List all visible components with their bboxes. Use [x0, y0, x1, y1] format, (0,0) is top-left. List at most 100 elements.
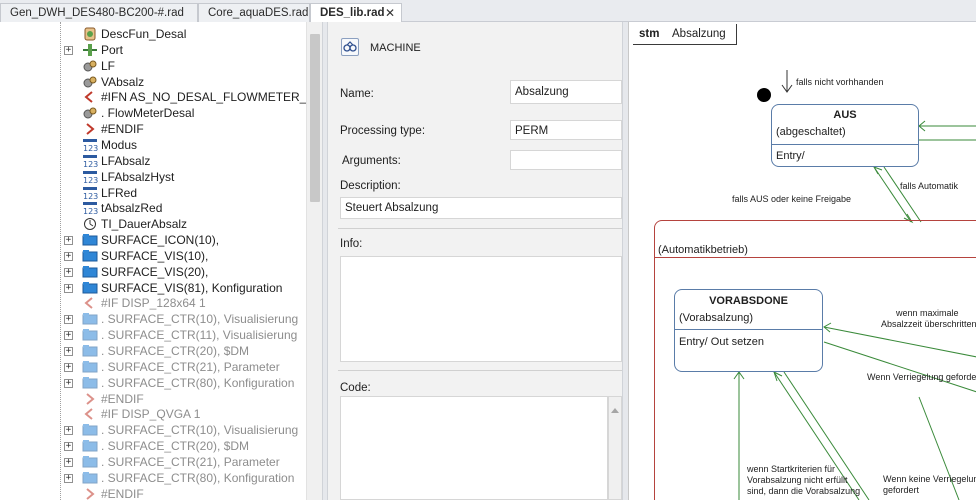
descfun-icon — [82, 27, 98, 41]
tree-item[interactable]: DescFun_Desal — [68, 26, 186, 42]
close-icon[interactable]: ✕ — [385, 4, 395, 22]
svg-text:123: 123 — [83, 176, 98, 184]
tree-item[interactable]: + SURFACE_VIS(20), — [64, 264, 209, 280]
code-editor[interactable] — [340, 396, 608, 500]
transition-label-to-auto: falls Automatik — [900, 181, 959, 191]
tree-item[interactable]: + . SURFACE_CTR(20), $DM — [64, 438, 249, 454]
tree-item[interactable]: + . SURFACE_CTR(10), Visualisierung — [64, 311, 298, 327]
initial-state-marker — [757, 88, 771, 102]
tree-item[interactable]: #IF DISP_128x64 1 — [68, 295, 206, 311]
state-entry: Entry/ — [776, 150, 805, 162]
svg-text:123: 123 — [83, 144, 98, 152]
name-field[interactable]: Absalzung — [510, 80, 622, 104]
tree-item[interactable]: 123 LFRed — [68, 185, 137, 201]
tab-des-lib[interactable]: DES_lib.rad ✕ — [310, 3, 402, 23]
expand-toggle-icon[interactable]: + — [64, 283, 73, 293]
tree-item-label: #IFN AS_NO_DESAL_FLOWMETER_N — [101, 90, 316, 105]
tree-item[interactable]: + . SURFACE_CTR(80), Konfiguration — [64, 470, 294, 486]
tree-item[interactable]: + . SURFACE_CTR(21), Parameter — [64, 359, 280, 375]
transition-label-initial: falls nicht vorhhanden — [796, 77, 884, 87]
tree-item-label: LFAbsalzHyst — [101, 169, 175, 184]
tree-item[interactable]: . FlowMeterDesal — [68, 105, 194, 121]
endif-directive-icon — [82, 122, 98, 136]
port-icon — [82, 43, 98, 57]
tree-item[interactable]: + Port — [64, 42, 123, 58]
tree-item[interactable]: + . SURFACE_CTR(11), Visualisierung — [64, 327, 298, 343]
state-title: VORABSDONE — [709, 295, 788, 307]
expand-toggle-icon[interactable]: + — [64, 426, 73, 436]
variable-gear-icon — [82, 106, 98, 120]
expand-toggle-icon[interactable]: + — [64, 236, 73, 246]
expand-toggle-icon[interactable]: + — [64, 267, 73, 277]
if-directive-icon — [82, 407, 98, 421]
state-diagram-canvas[interactable]: stm Absalzung falls nicht vorhhanden AUS — [628, 22, 976, 500]
state-aus[interactable]: AUS (abgeschaltet) Entry/ — [771, 104, 919, 167]
expand-toggle-icon[interactable]: + — [64, 473, 73, 483]
expand-toggle-icon[interactable]: + — [64, 251, 73, 261]
transition-label-no-locking-2: gefordert — [883, 485, 920, 495]
numeric-123-icon: 123 — [82, 170, 98, 184]
document-tab-bar: Gen_DWH_DES480-BC200-#.rad Core_aquaDES.… — [0, 0, 976, 23]
project-tree: DescFun_Desal + Port LF VAbsalz #IFN AS_NO_DE… — [0, 22, 322, 500]
arguments-label: Arguments: — [342, 155, 401, 167]
tree-item[interactable]: 123 tAbsalzRed — [68, 200, 162, 216]
state-subtitle: (Vorabsalzung) — [679, 312, 753, 324]
tree-item-label: . SURFACE_CTR(11), Visualisierung — [101, 328, 298, 343]
tree-item[interactable]: #IF DISP_QVGA 1 — [68, 406, 200, 422]
code-scrollbar[interactable] — [608, 396, 622, 500]
endif-directive-icon — [82, 487, 98, 500]
divider — [338, 370, 622, 371]
tree-item[interactable]: + . SURFACE_CTR(10), Visualisierung — [64, 422, 298, 438]
tree-item-label: VAbsalz — [101, 74, 145, 89]
tree-item[interactable]: + SURFACE_ICON(10), — [64, 232, 219, 248]
scrollbar-thumb[interactable] — [310, 34, 320, 202]
tree-item[interactable]: LF — [68, 58, 115, 74]
tree-item-label: SURFACE_VIS(10), — [101, 248, 209, 263]
tree-item[interactable]: VAbsalz — [68, 74, 144, 90]
expand-toggle-icon[interactable]: + — [64, 442, 73, 452]
surface-icon — [82, 328, 98, 342]
tree-item[interactable]: + SURFACE_VIS(10), — [64, 248, 209, 264]
state-vorabsdone[interactable]: VORABSDONE (Vorabsalzung) Entry/ Out set… — [674, 289, 823, 372]
tree-item-label: SURFACE_VIS(20), — [101, 264, 209, 279]
expand-toggle-icon[interactable]: + — [64, 362, 73, 372]
tree-item[interactable]: + . SURFACE_CTR(80), Konfiguration — [64, 375, 294, 391]
tree-item[interactable]: + . SURFACE_CTR(21), Parameter — [64, 454, 280, 470]
expand-toggle-icon[interactable]: + — [64, 347, 73, 356]
tree-item-label: tAbsalzRed — [101, 201, 163, 216]
tree-item[interactable]: + . SURFACE_CTR(20), $DM — [64, 343, 249, 359]
tree-item[interactable]: 123 LFAbsalzHyst — [68, 169, 174, 185]
expand-toggle-icon[interactable]: + — [64, 315, 73, 325]
tab-gen-dwh[interactable]: Gen_DWH_DES480-BC200-#.rad — [0, 3, 198, 22]
tree-scrollbar[interactable] — [306, 22, 322, 500]
tree-item-label: TI_DauerAbsalz — [101, 217, 188, 232]
expand-toggle-icon[interactable]: + — [64, 457, 73, 467]
tree-item-label: LFAbsalz — [101, 153, 151, 168]
surface-icon — [82, 344, 98, 358]
transition-label-no-locking-1: Wenn keine Verriegelung — [883, 474, 976, 484]
processing-type-select[interactable]: PERM — [510, 120, 622, 140]
arguments-field[interactable] — [510, 150, 622, 170]
surface-icon — [82, 471, 98, 485]
description-field[interactable]: Steuert Absalzung — [340, 197, 622, 219]
transition-label-to-aus: falls AUS oder keine Freigabe — [732, 194, 852, 204]
expand-toggle-icon[interactable]: + — [64, 378, 73, 388]
tree-item[interactable]: TI_DauerAbsalz — [68, 216, 187, 232]
tree-item-label: #IF DISP_QVGA 1 — [101, 407, 201, 422]
tree-item[interactable]: #IFN AS_NO_DESAL_FLOWMETER_N — [68, 89, 315, 105]
surface-icon — [82, 439, 98, 453]
tree-item[interactable]: #ENDIF — [68, 121, 144, 137]
tree-item[interactable]: 123 Modus — [68, 137, 137, 153]
expand-toggle-icon[interactable]: + — [64, 45, 73, 55]
surface-icon — [82, 376, 98, 390]
tree-item[interactable]: + SURFACE_VIS(81), Konfiguration — [64, 280, 282, 296]
surface-icon — [82, 360, 98, 374]
tab-core-aquades[interactable]: Core_aquaDES.rad — [198, 3, 310, 22]
tree-item[interactable]: 123 LFAbsalz — [68, 153, 150, 169]
tree-item[interactable]: #ENDIF — [68, 486, 144, 500]
tree-item-label: Modus — [101, 137, 138, 152]
tree-item-label: . FlowMeterDesal — [101, 106, 195, 121]
info-textarea[interactable] — [340, 256, 622, 362]
tree-item[interactable]: #ENDIF — [68, 391, 144, 407]
expand-toggle-icon[interactable]: + — [64, 331, 73, 341]
